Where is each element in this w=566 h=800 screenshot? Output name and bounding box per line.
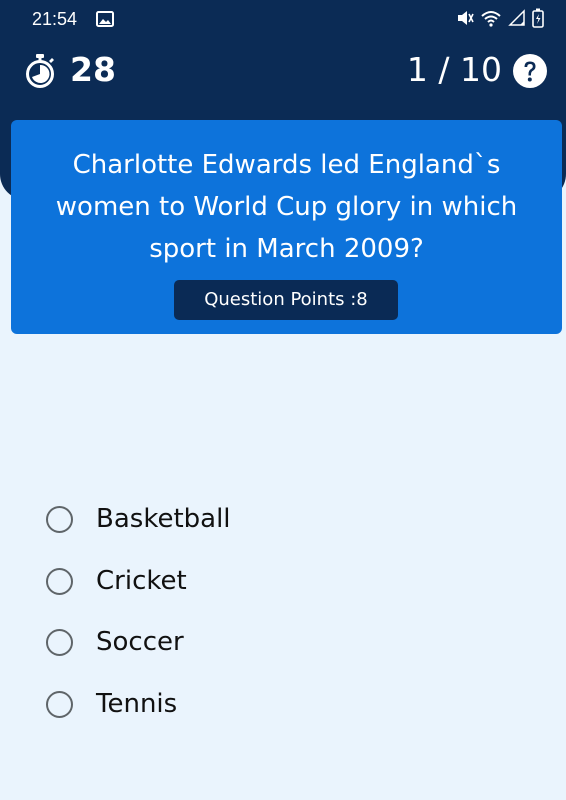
timer-value: 28: [70, 50, 116, 89]
question-progress: 1 / 10: [406, 50, 502, 89]
option-label: Tennis: [96, 689, 178, 719]
option-tennis[interactable]: Tennis: [46, 679, 516, 729]
mute-icon: [456, 8, 474, 33]
help-icon[interactable]: [512, 53, 548, 94]
wifi-icon: [480, 8, 502, 33]
question-points-badge: Question Points :8: [174, 280, 398, 320]
status-time: 21:54: [32, 9, 78, 29]
option-label: Cricket: [96, 566, 187, 596]
option-label: Soccer: [96, 627, 184, 657]
battery-icon: [532, 8, 544, 33]
stopwatch-icon: [22, 53, 58, 94]
question-card: Charlotte Edwards led England`s women to…: [11, 120, 562, 334]
option-label: Basketball: [96, 504, 231, 534]
gallery-icon: [96, 11, 114, 32]
radio-button[interactable]: [46, 505, 73, 533]
status-icons: [456, 8, 544, 33]
signal-icon: [508, 9, 526, 32]
radio-button[interactable]: [46, 567, 73, 595]
option-cricket[interactable]: Cricket: [46, 556, 516, 606]
option-basketball[interactable]: Basketball: [46, 494, 516, 544]
question-text: Charlotte Edwards led England`s women to…: [55, 150, 518, 264]
radio-button[interactable]: [46, 628, 73, 656]
radio-button[interactable]: [46, 690, 73, 718]
status-bar: 21:54: [0, 0, 566, 38]
option-soccer[interactable]: Soccer: [46, 617, 516, 667]
